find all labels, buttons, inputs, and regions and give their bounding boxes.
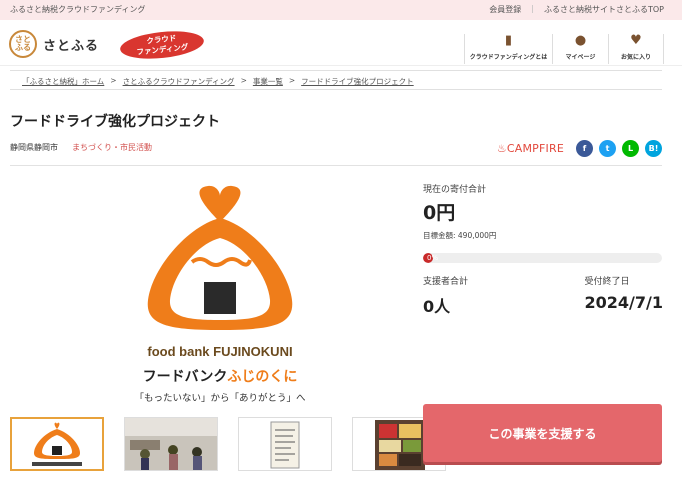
site-header: さと ふる さとふる クラウド ファンディング ▮ クラウドファンディングとは ●… <box>0 20 682 66</box>
top-links: 会員登録 | ふるさと納税サイトさとふるTOP <box>489 4 664 15</box>
facebook-icon[interactable]: f <box>576 140 593 157</box>
thumbnail-3[interactable] <box>238 417 332 471</box>
crowdfunding-badge: クラウド ファンディング <box>118 27 206 63</box>
breadcrumb-sep: > <box>288 76 296 85</box>
nav-mypage-label: マイページ <box>565 54 596 61</box>
progress-percent: 0% <box>427 254 439 262</box>
register-link[interactable]: 会員登録 <box>489 4 521 15</box>
breadcrumb-crowdfunding[interactable]: さとふるクラウドファンディング <box>123 76 235 89</box>
deadline-value: 2024/7/1 <box>584 293 663 312</box>
deadline-block: 受付終了日 2024/7/1 <box>585 274 663 317</box>
header-nav: ▮ クラウドファンディングとは ● マイページ ♥ お気に入り <box>464 34 664 64</box>
project-category[interactable]: まちづくり・市民活動 <box>72 142 152 153</box>
breadcrumb-sep: > <box>110 76 117 85</box>
brand-jp: フードバンクふじのくに <box>143 369 298 385</box>
funding-stats: 現在の寄付合計 0円 目標金額: 490,000円 0% 支援者合計 0人 受付… <box>423 182 663 316</box>
breadcrumb-current[interactable]: フードドライブ強化プロジェクト <box>301 76 414 89</box>
user-icon: ● <box>574 33 587 48</box>
supporters-block: 支援者合計 0人 <box>423 274 468 317</box>
site-label: ふるさと納税クラウドファンディング <box>10 5 146 14</box>
breadcrumb: 「ふるさと納税」ホーム > さとふるクラウドファンディング > 事業一覧 > フードド… <box>10 70 662 90</box>
nav-favorites-label: お気に入り <box>620 54 651 61</box>
support-project-button[interactable]: この事業を支援する <box>423 404 662 462</box>
current-total-label: 現在の寄付合計 <box>423 185 487 195</box>
supporters-value: 0人 <box>423 297 451 316</box>
satofull-top-link[interactable]: ふるさと納税サイトさとふるTOP <box>544 4 664 15</box>
breadcrumb-sep: > <box>240 76 247 85</box>
campfire-label: CAMPFIRE <box>506 142 564 155</box>
project-meta: 静岡県静岡市 まちづくり・市民活動 <box>10 142 152 153</box>
breadcrumb-home[interactable]: 「ふるさと納税」ホーム <box>22 76 104 89</box>
brand-jp-orange: ふじのくに <box>227 369 297 385</box>
logo-name: さとふる <box>43 38 100 54</box>
thumbnail-2[interactable] <box>124 417 218 471</box>
brand-en: food bank FUJINOKUNI <box>147 344 292 359</box>
target-amount: 目標金額: 490,000円 <box>423 231 497 240</box>
hatena-icon[interactable]: B! <box>645 140 662 157</box>
project-location: 静岡県静岡市 <box>10 143 58 152</box>
logo-mark-icon: さと ふる <box>9 30 37 58</box>
top-bar: ふるさと納税クラウドファンディング 会員登録 | ふるさと納税サイトさとふるTO… <box>0 0 682 20</box>
progress-bar: 0% <box>423 253 662 263</box>
stats-row: 支援者合計 0人 受付終了日 2024/7/1 <box>423 274 663 317</box>
share-bar: ♨CAMPFIRE f t L B! <box>497 140 662 157</box>
divider <box>10 165 662 166</box>
heart-icon: ♥ <box>630 33 642 48</box>
nav-about[interactable]: ▮ クラウドファンディングとは <box>464 34 552 64</box>
project-main-image: food bank FUJINOKUNI フードバンクふじのくに 「もったいない… <box>134 185 306 404</box>
nav-mypage[interactable]: ● マイページ <box>552 34 608 64</box>
nav-about-label: クラウドファンディングとは <box>469 54 548 61</box>
breadcrumb-projects[interactable]: 事業一覧 <box>253 76 283 89</box>
project-title: フードドライブ強化プロジェクト <box>10 114 220 130</box>
twitter-icon[interactable]: t <box>599 140 616 157</box>
nav-favorites[interactable]: ♥ お気に入り <box>608 34 664 64</box>
food-bank-logo-icon <box>147 185 293 330</box>
divider: | <box>531 4 534 13</box>
supporters-label: 支援者合計 <box>423 277 469 287</box>
brand-tagline: 「もったいない」から「ありがとう」へ <box>134 392 306 404</box>
current-total-value: 0円 <box>423 202 456 224</box>
book-icon: ▮ <box>504 33 513 48</box>
campfire-logo: ♨CAMPFIRE <box>496 142 564 155</box>
brand-jp-black: フードバンク <box>143 369 228 385</box>
thumbnail-strip <box>10 417 446 471</box>
thumbnail-1[interactable] <box>10 417 104 471</box>
deadline-label: 受付終了日 <box>584 277 630 287</box>
site-logo[interactable]: さと ふる さとふる <box>9 30 99 58</box>
line-icon[interactable]: L <box>622 140 639 157</box>
